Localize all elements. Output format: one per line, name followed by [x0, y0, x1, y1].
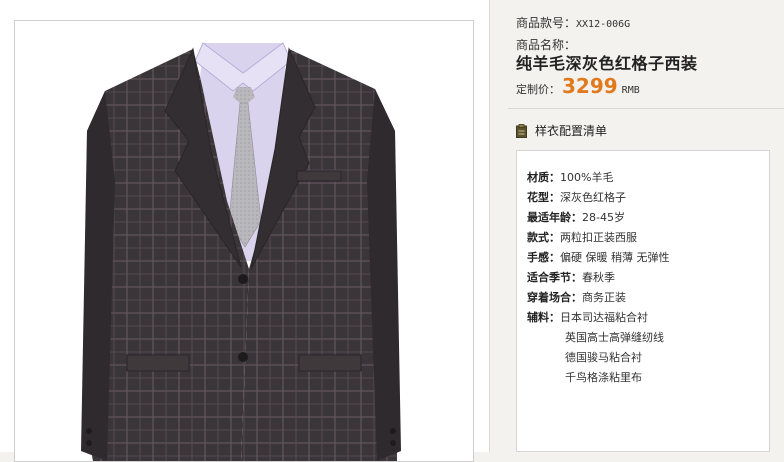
- accessory-item: 英国高士高弹缝纫线: [565, 331, 664, 344]
- price-label: 定制价：: [516, 83, 560, 96]
- accessory-item: 千鸟格涤粘里布: [565, 371, 642, 384]
- price-row: 定制价： 3299 RMB: [516, 74, 640, 98]
- spec-feel: 手感：偏硬 保暖 稍薄 无弹性: [527, 251, 670, 264]
- suit-illustration: [81, 42, 401, 461]
- spec-occasion: 穿着场合：商务正装: [527, 291, 626, 304]
- section-title: 样衣配置清单: [535, 124, 608, 138]
- product-code-row: 商品款号：XX12-006G: [516, 12, 630, 31]
- spec-list: 材质：100%羊毛 花型：深灰色红格子 最适年龄：28-45岁 款式：两粒扣正装…: [516, 150, 770, 452]
- spec-season: 适合季节：春秋季: [527, 271, 615, 284]
- divider: [508, 108, 784, 109]
- product-name: 纯羊毛深灰色红格子西装: [516, 54, 698, 73]
- spec-age: 最适年龄：28-45岁: [527, 211, 625, 224]
- price-value: 3299: [562, 74, 618, 98]
- spec-material: 材质：100%羊毛: [527, 171, 614, 184]
- spec-style: 款式：两粒扣正装西服: [527, 231, 637, 244]
- product-code-label: 商品款号：: [516, 16, 577, 30]
- spec-pattern: 花型：深灰色红格子: [527, 191, 626, 204]
- product-image[interactable]: [14, 20, 474, 462]
- section-header: 样衣配置清单: [516, 122, 607, 139]
- product-info-panel: 商品款号：XX12-006G 商品名称： 纯羊毛深灰色红格子西装 定制价： 32…: [490, 0, 784, 452]
- spec-accessories: 辅料：日本司达福粘合衬: [527, 311, 648, 324]
- accessory-item: 德国骏马粘合衬: [565, 351, 642, 364]
- price-unit: RMB: [621, 85, 640, 96]
- product-code-value: XX12-006G: [576, 19, 631, 30]
- clipboard-icon: [516, 123, 527, 138]
- product-image-panel: [0, 0, 490, 462]
